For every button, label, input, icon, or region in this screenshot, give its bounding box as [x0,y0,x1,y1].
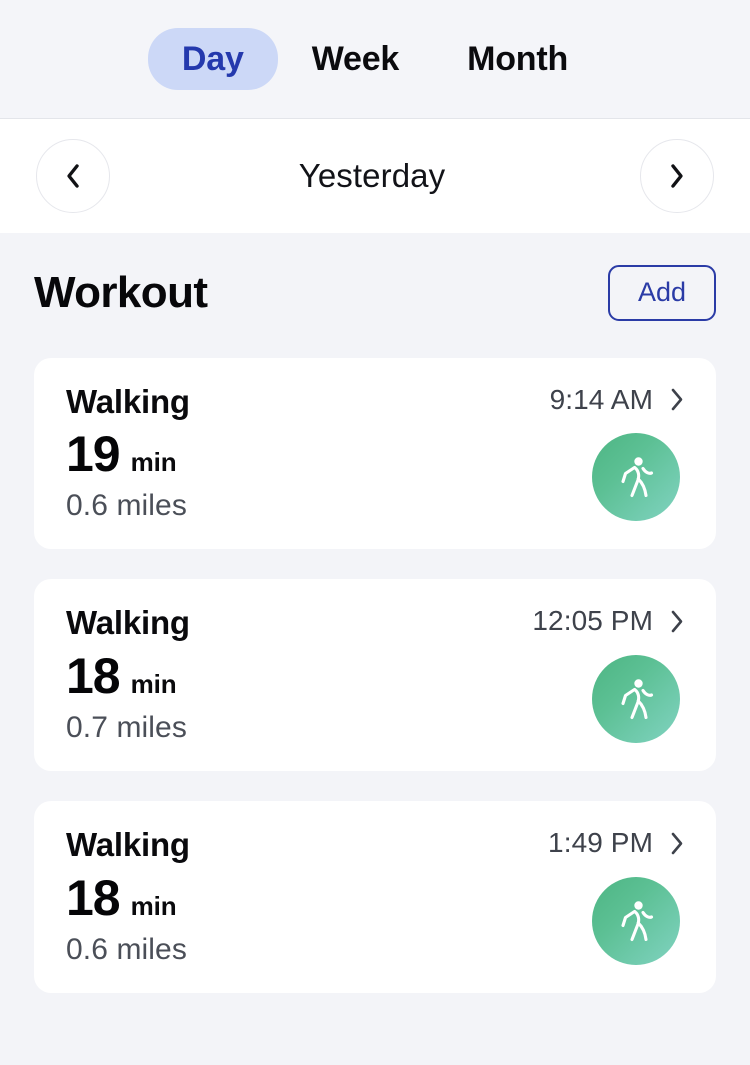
page-title: Workout [34,267,208,317]
tab-month-label: Month [467,40,569,78]
workout-card[interactable]: Walking 12:05 PM 18 min 0.7 miles [34,579,716,772]
tab-day[interactable]: Day [147,28,278,90]
current-date-label: Yesterday [298,157,446,194]
next-day-button[interactable] [640,139,714,213]
workout-distance-label: 0.6 miles [66,489,187,523]
workout-duration-value: 18 [66,869,121,926]
chevron-right-icon[interactable] [669,386,686,413]
workout-duration-value: 19 [66,425,121,482]
workout-card-body: 18 min 0.7 miles [66,648,686,746]
workout-metrics: 18 min 0.7 miles [66,648,187,746]
workout-list: Walking 9:14 AM 19 min 0.6 miles Walking… [0,321,750,994]
period-tab-bar: Day Week Month [0,0,750,119]
workout-duration: 18 min [66,648,187,706]
workout-type-label: Walking [66,826,190,864]
workout-type-label: Walking [66,382,190,420]
workout-card-header: Walking 9:14 AM [66,382,686,420]
workout-card-header: Walking 12:05 PM [66,605,686,641]
date-navigation: Yesterday [0,119,750,233]
chevron-right-icon[interactable] [669,608,686,635]
workout-section-header: Workout Add [0,233,750,321]
tab-week-label: Week [311,40,400,78]
workout-duration: 19 min [66,426,187,484]
workout-card-body: 19 min 0.6 miles [66,426,686,524]
workout-time-label: 9:14 AM [549,383,653,415]
chevron-right-icon[interactable] [669,830,686,857]
workout-metrics: 19 min 0.6 miles [66,426,187,524]
workout-duration-unit: min [130,668,177,699]
chevron-right-icon [666,161,688,191]
walking-icon [614,453,658,501]
chevron-left-icon [62,161,84,191]
workout-duration-unit: min [130,890,177,921]
walking-icon [614,675,658,723]
workout-duration-value: 18 [66,647,121,704]
workout-distance-label: 0.6 miles [66,933,187,967]
workout-card-meta: 9:14 AM [550,384,686,416]
workout-duration-unit: min [130,446,177,477]
walking-icon [614,897,658,945]
workout-card-header: Walking 1:49 PM [66,826,686,864]
workout-distance-label: 0.7 miles [66,711,187,745]
workout-card[interactable]: Walking 1:49 PM 18 min 0.6 miles [34,801,716,994]
workout-duration: 18 min [66,870,187,928]
workout-type-label: Walking [66,604,190,642]
previous-day-button[interactable] [36,139,110,213]
workout-time-label: 12:05 PM [532,605,653,637]
activity-badge [592,655,680,744]
workout-time-label: 1:49 PM [548,827,653,859]
tab-month[interactable]: Month [433,28,602,90]
activity-badge [592,433,680,522]
workout-card-body: 18 min 0.6 miles [66,870,686,968]
add-workout-button[interactable]: Add [607,265,716,321]
workout-metrics: 18 min 0.6 miles [66,870,187,968]
workout-card-meta: 12:05 PM [532,605,686,637]
activity-badge [592,877,680,966]
tab-day-label: Day [181,40,244,78]
tab-week[interactable]: Week [278,28,433,90]
workout-card[interactable]: Walking 9:14 AM 19 min 0.6 miles [34,357,716,550]
workout-card-meta: 1:49 PM [548,827,686,859]
